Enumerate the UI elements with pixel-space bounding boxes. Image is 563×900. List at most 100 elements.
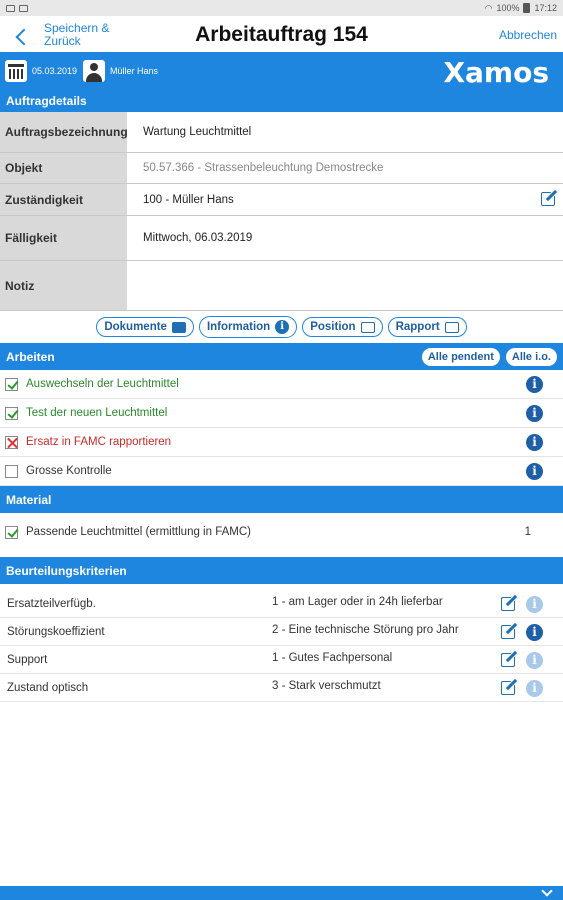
zustaendigkeit-field: 100 - Müller Hans — [127, 184, 563, 215]
download-icon — [19, 4, 28, 12]
all-ok-button[interactable]: Alle i.o. — [505, 347, 557, 366]
objekt-value: 50.57.366 - Strassenbeleuchtung Demostre… — [143, 162, 384, 174]
criteria-row: Zustand optisch 3 - Stark verschmutzt i — [0, 674, 563, 702]
dokumente-label: Dokumente — [104, 321, 167, 333]
information-button[interactable]: Information i — [198, 316, 298, 338]
edit-icon[interactable] — [501, 625, 515, 639]
battery-level: 100% — [496, 3, 520, 13]
map-pin-icon — [360, 321, 375, 333]
detail-label: Auftragsbezeichnung — [0, 112, 128, 152]
checkbox-empty[interactable] — [5, 464, 18, 478]
chevron-down-icon[interactable] — [541, 885, 553, 897]
status-right: ◠ 100% 17:12 — [485, 3, 557, 14]
criteria-value: 1 - Gutes Fachpersonal — [272, 652, 393, 664]
rapport-button[interactable]: Rapport — [387, 317, 467, 337]
auftragsbezeichnung-value[interactable]: Wartung Leuchtmittel — [127, 112, 563, 152]
checkbox-checked[interactable] — [5, 377, 18, 391]
arbeiten-title: Arbeiten — [6, 349, 55, 364]
action-pills: Dokumente Information i Position Rapport — [0, 311, 563, 343]
arbeiten-actions: Alle pendent Alle i.o. — [421, 347, 557, 366]
detail-row-faelligkeit: Fälligkeit Mittwoch, 06.03.2019 — [0, 216, 563, 261]
clock: 17:12 — [534, 3, 557, 13]
detail-row-notiz: Notiz — [0, 261, 563, 311]
task-label: Ersatz in FAMC rapportieren — [26, 436, 172, 448]
edit-icon[interactable] — [501, 653, 515, 667]
app-screen: ◠ 100% 17:12 Speichern & Zurück Arbeitau… — [0, 0, 563, 900]
checkbox-failed[interactable] — [5, 435, 18, 449]
info-icon: i — [275, 320, 290, 334]
detail-row-auftragsbezeichnung: Auftragsbezeichnung Wartung Leuchtmittel — [0, 112, 563, 153]
detail-label: Objekt — [0, 153, 127, 183]
criteria-value: 2 - Eine technische Störung pro Jahr — [272, 624, 459, 636]
detail-label: Zuständigkeit — [0, 184, 127, 215]
material-label: Passende Leuchtmittel (ermittlung in FAM… — [26, 526, 251, 538]
detail-label: Notiz — [0, 261, 127, 310]
criteria-list: Ersatzteilverfügb. 1 - am Lager oder in … — [0, 590, 563, 702]
dokumente-button[interactable]: Dokumente — [96, 317, 194, 337]
cancel-button[interactable]: Abbrechen — [499, 28, 557, 42]
info-icon[interactable]: i — [526, 462, 543, 480]
edit-icon[interactable] — [501, 681, 515, 695]
bottom-bar — [0, 885, 563, 900]
edit-icon[interactable] — [501, 597, 515, 611]
info-icon[interactable]: i — [526, 404, 543, 422]
info-icon[interactable]: i — [526, 652, 543, 669]
material-row: Passende Leuchtmittel (ermittlung in FAM… — [0, 513, 563, 551]
info-icon[interactable]: i — [526, 433, 543, 451]
criteria-name: Zustand optisch — [7, 681, 89, 694]
material-header: Material — [0, 486, 563, 513]
detail-row-objekt: Objekt 50.57.366 - Strassenbeleuchtung D… — [0, 153, 563, 184]
status-notifications — [6, 4, 28, 12]
zustaendigkeit-value: 100 - Müller Hans — [143, 193, 234, 206]
xamos-logo: Xamos — [443, 56, 549, 89]
wifi-icon: ◠ — [484, 2, 493, 13]
info-icon[interactable]: i — [526, 624, 543, 641]
task-label: Grosse Kontrolle — [26, 465, 112, 477]
calendar-icon — [5, 59, 27, 82]
task-row: Grosse Kontrolle i — [0, 457, 563, 486]
rapport-label: Rapport — [395, 321, 440, 333]
position-button[interactable]: Position — [302, 317, 383, 337]
report-edit-icon — [444, 321, 459, 333]
detail-row-zustaendigkeit: Zuständigkeit 100 - Müller Hans — [0, 184, 563, 216]
save-and-back-button[interactable]: Speichern & Zurück — [15, 21, 114, 48]
save-and-back-label: Speichern & Zurück — [44, 21, 110, 48]
task-row: Auswechseln der Leuchtmittel i — [0, 370, 563, 399]
order-user: Müller Hans — [110, 65, 159, 76]
arbeiten-header: Arbeiten Alle pendent Alle i.o. — [0, 343, 563, 370]
criteria-value: 3 - Stark verschmutzt — [272, 680, 381, 692]
task-list: Auswechseln der Leuchtmittel i Test der … — [0, 370, 563, 486]
task-row: Ersatz in FAMC rapportieren i — [0, 428, 563, 457]
checkbox-checked[interactable] — [5, 406, 18, 420]
order-date: 05.03.2019 — [32, 65, 78, 76]
info-icon[interactable]: i — [526, 680, 543, 697]
faelligkeit-value[interactable]: Mittwoch, 06.03.2019 — [127, 216, 563, 260]
notiz-field[interactable] — [127, 261, 563, 310]
material-quantity: 1 — [524, 526, 531, 538]
nav-bar: Speichern & Zurück Arbeitauftrag 154 Abb… — [0, 16, 563, 52]
criteria-name: Ersatzteilverfügb. — [7, 597, 96, 610]
task-row: Test der neuen Leuchtmittel i — [0, 399, 563, 428]
edit-icon[interactable] — [541, 192, 555, 206]
info-icon[interactable]: i — [526, 375, 543, 393]
all-pending-button[interactable]: Alle pendent — [421, 347, 500, 366]
folder-icon — [171, 321, 186, 333]
info-icon[interactable]: i — [526, 596, 543, 613]
criteria-row: Störungskoeffizient 2 - Eine technische … — [0, 618, 563, 646]
auftragdetails-header: Auftragdetails — [0, 89, 563, 112]
criteria-row: Ersatzteilverfügb. 1 - am Lager oder in … — [0, 590, 563, 618]
criteria-value: 1 - am Lager oder in 24h lieferbar — [272, 596, 443, 608]
task-label: Test der neuen Leuchtmittel — [26, 407, 168, 419]
criteria-name: Störungskoeffizient — [7, 625, 105, 638]
user-icon — [83, 59, 106, 82]
position-label: Position — [310, 321, 356, 333]
beurteilung-header: Beurteilungskriterien — [0, 557, 563, 584]
criteria-name: Support — [7, 653, 48, 666]
details-table: Auftragsbezeichnung Wartung Leuchtmittel… — [0, 112, 563, 311]
criteria-row: Support 1 - Gutes Fachpersonal i — [0, 646, 563, 674]
checkbox-checked[interactable] — [5, 525, 18, 539]
order-header: 05.03.2019 Müller Hans Xamos — [0, 52, 563, 89]
gallery-icon — [6, 4, 15, 12]
task-label: Auswechseln der Leuchtmittel — [26, 378, 179, 390]
detail-label: Fälligkeit — [0, 216, 127, 260]
